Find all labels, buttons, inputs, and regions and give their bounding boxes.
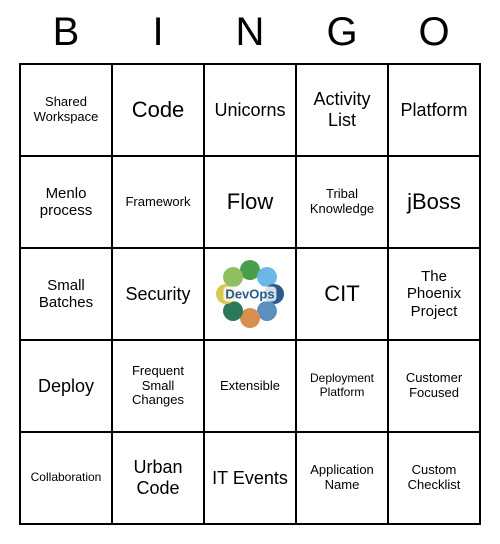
bingo-cell[interactable]: jBoss (388, 156, 480, 248)
bingo-cell[interactable]: Collaboration (20, 432, 112, 524)
header-letter-b: B (46, 10, 86, 55)
bingo-cell[interactable]: IT Events (204, 432, 296, 524)
bingo-cell[interactable]: Urban Code (112, 432, 204, 524)
bingo-cell[interactable]: Deploy (20, 340, 112, 432)
bingo-cell[interactable]: Security (112, 248, 204, 340)
bingo-cell[interactable]: Platform (388, 64, 480, 156)
bingo-cell[interactable]: Customer Focused (388, 340, 480, 432)
bingo-cell[interactable]: Tribal Knowledge (296, 156, 388, 248)
bingo-cell[interactable]: Application Name (296, 432, 388, 524)
bingo-cell[interactable]: Shared Workspace (20, 64, 112, 156)
bingo-cell[interactable]: Unicorns (204, 64, 296, 156)
bingo-cell[interactable]: Activity List (296, 64, 388, 156)
header-letter-o: O (414, 10, 454, 55)
bingo-cell[interactable]: Menlo process (20, 156, 112, 248)
bingo-cell[interactable]: Deployment Platform (296, 340, 388, 432)
bingo-cell[interactable]: The Phoenix Project (388, 248, 480, 340)
bingo-cell[interactable]: Extensible (204, 340, 296, 432)
bingo-cell[interactable]: Custom Checklist (388, 432, 480, 524)
header-letter-i: I (138, 10, 178, 55)
bingo-cell[interactable]: Flow (204, 156, 296, 248)
center-label: DevOps (223, 287, 276, 302)
devops-atom-icon: DevOps (215, 259, 285, 329)
bingo-cell[interactable]: Code (112, 64, 204, 156)
bingo-cell[interactable]: CIT (296, 248, 388, 340)
header-letter-g: G (322, 10, 362, 55)
bingo-header: B I N G O (20, 10, 480, 55)
bingo-cell[interactable]: Frequent Small Changes (112, 340, 204, 432)
bingo-cell[interactable]: DevOps (204, 248, 296, 340)
bingo-cell[interactable]: Framework (112, 156, 204, 248)
bingo-cell[interactable]: Small Batches (20, 248, 112, 340)
header-letter-n: N (230, 10, 270, 55)
bingo-grid: Shared WorkspaceCodeUnicornsActivity Lis… (19, 63, 481, 525)
